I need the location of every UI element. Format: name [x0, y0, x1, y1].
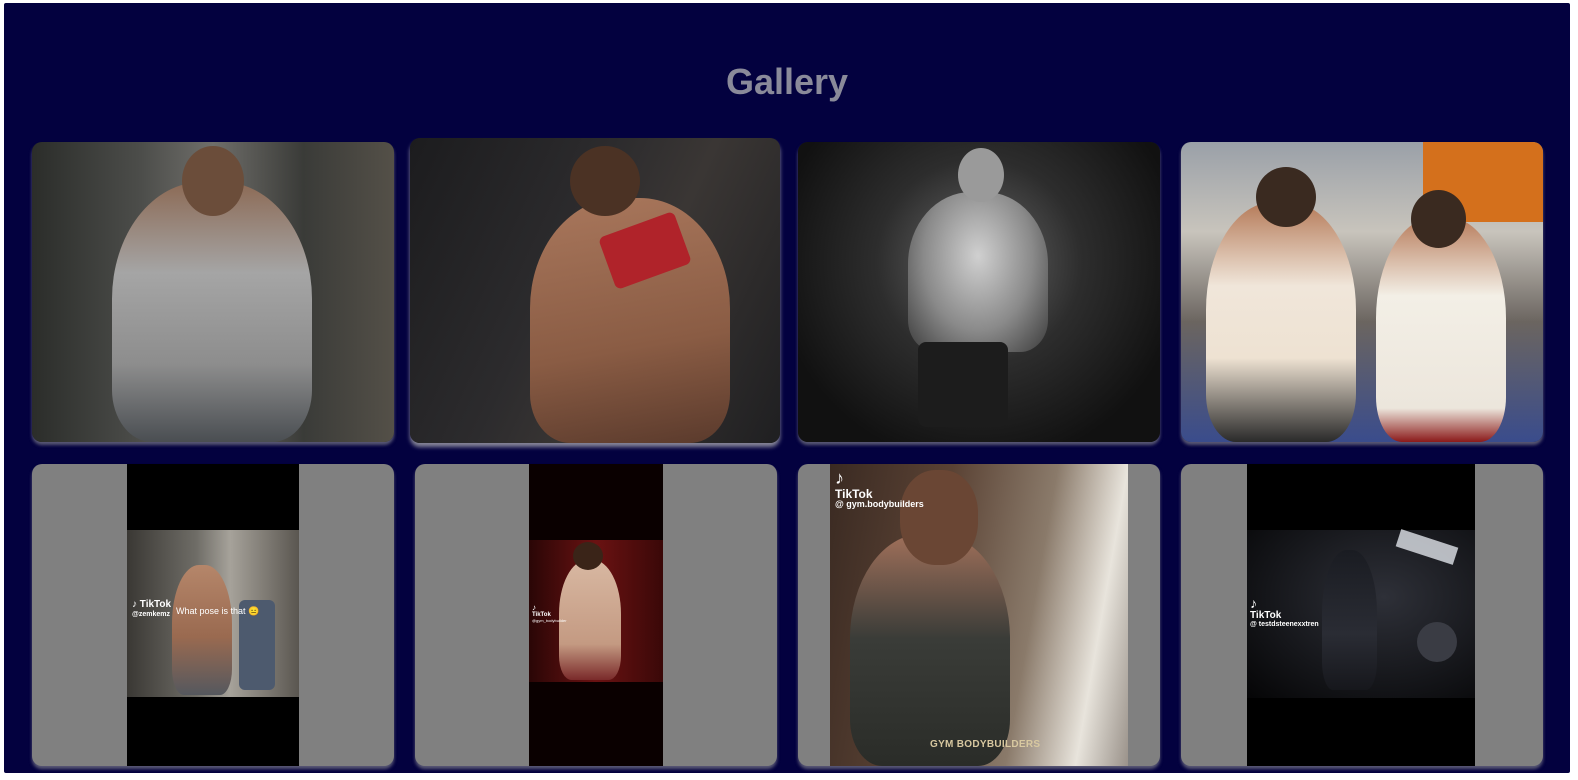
tiktok-handle: @ gym.bodybuilders: [835, 499, 924, 510]
video-caption: What pose is that 😑: [176, 606, 260, 616]
photo-two-men-gym-selfie: [1181, 142, 1543, 442]
gallery-image-card-4[interactable]: [1181, 142, 1543, 442]
tiktok-label: TikTok: [139, 599, 172, 610]
gallery-video-card-4[interactable]: ♪ TikTok @ testdsteenexxtren: [1181, 464, 1543, 766]
tiktok-label: TikTok: [1250, 609, 1282, 621]
gallery-image-card-3[interactable]: [798, 142, 1160, 442]
tiktok-watermark: ♪ TikTok @gym_bodybuilder: [532, 603, 567, 623]
page-title: Gallery: [725, 61, 849, 102]
tiktok-watermark: ♪ TikTok @ gym.bodybuilders: [835, 469, 924, 510]
video-player-3[interactable]: ♪ TikTok @ gym.bodybuilders GYM BODYBUIL…: [830, 464, 1128, 766]
tiktok-watermark: ♪ TikTok @ testdsteenexxtren: [1250, 596, 1319, 629]
tiktok-logo-icon: ♪: [132, 599, 137, 610]
gallery-image-card-1[interactable]: [32, 142, 394, 442]
tiktok-handle: @gym_bodybuilder: [532, 617, 567, 623]
gallery-video-card-3[interactable]: ♪ TikTok @ gym.bodybuilders GYM BODYBUIL…: [798, 464, 1160, 766]
video-player-2[interactable]: ♪ TikTok @gym_bodybuilder: [529, 464, 663, 766]
tiktok-logo-icon: ♪: [532, 603, 536, 612]
photo-bodybuilder-pose-bw: [798, 142, 1160, 442]
tiktok-watermark: ♪ TikTok @zemkemz: [132, 599, 172, 618]
gallery-video-card-2[interactable]: ♪ TikTok @gym_bodybuilder: [415, 464, 777, 766]
gallery-video-card-1[interactable]: ♪ TikTok @zemkemz What pose is that 😑: [32, 464, 394, 766]
photo-bodybuilder-tanktop: [32, 142, 394, 442]
video-player-4[interactable]: ♪ TikTok @ testdsteenexxtren: [1247, 464, 1475, 766]
video-player-1[interactable]: ♪ TikTok @zemkemz What pose is that 😑: [127, 464, 299, 766]
tiktok-handle: @ testdsteenexxtren: [1250, 621, 1319, 629]
video-watermark: GYM BODYBUILDERS: [930, 739, 1041, 750]
gallery-image-card-2[interactable]: [410, 138, 780, 443]
tiktok-logo-icon: ♪: [1250, 595, 1257, 611]
tiktok-handle: @zemkemz: [132, 610, 170, 618]
gallery-page: Gallery ♪ TikTok @zemkemz What pose is t…: [4, 3, 1570, 773]
photo-mirror-selfie-red-towel: [410, 138, 780, 443]
tiktok-logo-icon: ♪: [835, 468, 844, 488]
